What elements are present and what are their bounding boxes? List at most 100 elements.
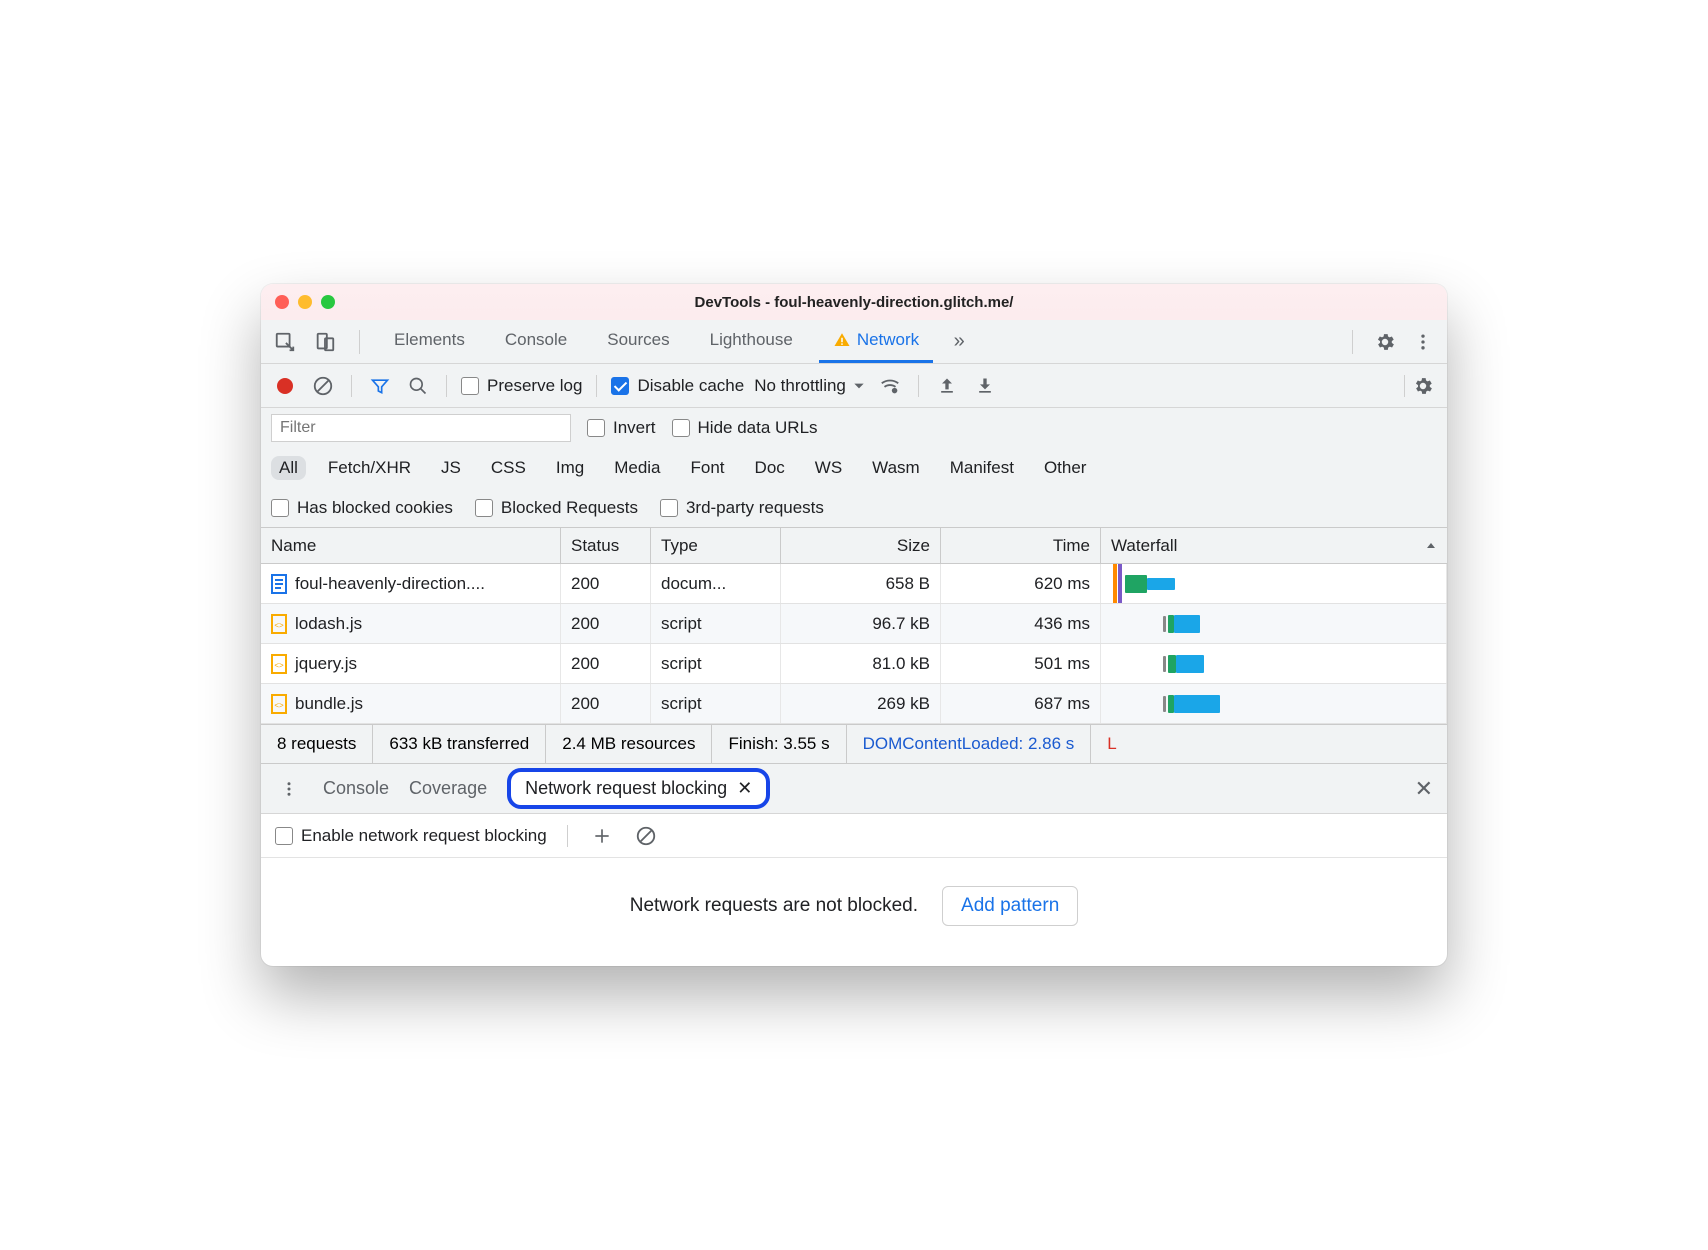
- network-table-header: Name Status Type Size Time Waterfall: [261, 528, 1447, 564]
- chip-other[interactable]: Other: [1036, 456, 1095, 480]
- kebab-menu-icon[interactable]: [1409, 328, 1437, 356]
- summary-resources: 2.4 MB resources: [546, 725, 712, 763]
- summary-dcl: DOMContentLoaded: 2.86 s: [847, 725, 1092, 763]
- waterfall-cell: [1101, 564, 1447, 603]
- filter-row: Invert Hide data URLs: [261, 408, 1447, 448]
- drawer-menu-icon[interactable]: [275, 775, 303, 803]
- main-tabs-row: Elements Console Sources Lighthouse Netw…: [261, 320, 1447, 364]
- upload-har-icon[interactable]: [933, 372, 961, 400]
- chip-fetchxhr[interactable]: Fetch/XHR: [320, 456, 419, 480]
- window-title: DevTools - foul-heavenly-direction.glitc…: [261, 294, 1447, 311]
- network-conditions-icon[interactable]: [876, 372, 904, 400]
- drawer-tab-coverage[interactable]: Coverage: [409, 778, 487, 799]
- summary-finish: Finish: 3.55 s: [712, 725, 846, 763]
- table-row[interactable]: <> jquery.js 200 script 81.0 kB 501 ms: [261, 644, 1447, 684]
- column-name[interactable]: Name: [261, 528, 561, 563]
- request-name: lodash.js: [295, 614, 362, 634]
- remove-all-patterns-icon[interactable]: [632, 822, 660, 850]
- close-tab-icon[interactable]: ✕: [737, 778, 752, 799]
- disable-cache-checkbox[interactable]: Disable cache: [611, 376, 744, 396]
- chip-js[interactable]: JS: [433, 456, 469, 480]
- chip-css[interactable]: CSS: [483, 456, 534, 480]
- network-summary: 8 requests 633 kB transferred 2.4 MB res…: [261, 724, 1447, 764]
- invert-checkbox[interactable]: Invert: [587, 418, 656, 438]
- tab-network[interactable]: Network: [819, 320, 933, 363]
- devtools-window: DevTools - foul-heavenly-direction.glitc…: [261, 284, 1447, 966]
- filter-input[interactable]: [271, 414, 571, 442]
- search-icon[interactable]: [404, 372, 432, 400]
- add-pattern-icon[interactable]: [588, 822, 616, 850]
- inspect-element-icon[interactable]: [271, 328, 299, 356]
- traffic-lights: [275, 295, 335, 309]
- preserve-log-checkbox[interactable]: Preserve log: [461, 376, 582, 396]
- chip-doc[interactable]: Doc: [747, 456, 793, 480]
- record-button[interactable]: [271, 372, 299, 400]
- minimize-window-button[interactable]: [298, 295, 312, 309]
- table-row[interactable]: <> bundle.js 200 script 269 kB 687 ms: [261, 684, 1447, 724]
- waterfall-cell: [1101, 604, 1447, 643]
- chip-media[interactable]: Media: [606, 456, 668, 480]
- chip-ws[interactable]: WS: [807, 456, 850, 480]
- drawer-tabs: Console Coverage Network request blockin…: [261, 764, 1447, 814]
- column-status[interactable]: Status: [561, 528, 651, 563]
- tab-lighthouse[interactable]: Lighthouse: [696, 320, 807, 363]
- drawer-toolbar: Enable network request blocking: [261, 814, 1447, 858]
- drawer-tab-network-request-blocking[interactable]: Network request blocking ✕: [507, 768, 770, 809]
- chip-wasm[interactable]: Wasm: [864, 456, 928, 480]
- extra-filters-row: Has blocked cookies Blocked Requests 3rd…: [261, 488, 1447, 528]
- summary-load: L: [1091, 725, 1132, 763]
- chip-img[interactable]: Img: [548, 456, 592, 480]
- svg-text:<>: <>: [274, 621, 284, 630]
- svg-text:<>: <>: [274, 661, 284, 670]
- titlebar: DevTools - foul-heavenly-direction.glitc…: [261, 284, 1447, 320]
- column-time[interactable]: Time: [941, 528, 1101, 563]
- drawer-body: Network requests are not blocked. Add pa…: [261, 858, 1447, 966]
- column-size[interactable]: Size: [781, 528, 941, 563]
- request-name: jquery.js: [295, 654, 357, 674]
- request-name: bundle.js: [295, 694, 363, 714]
- warning-icon: [833, 331, 851, 349]
- add-pattern-button[interactable]: Add pattern: [942, 886, 1078, 926]
- filter-icon[interactable]: [366, 372, 394, 400]
- chip-all[interactable]: All: [271, 456, 306, 480]
- script-icon: <>: [271, 614, 287, 634]
- close-drawer-icon[interactable]: ✕: [1415, 776, 1433, 802]
- chip-font[interactable]: Font: [683, 456, 733, 480]
- third-party-checkbox[interactable]: 3rd-party requests: [660, 498, 824, 518]
- clear-icon[interactable]: [309, 372, 337, 400]
- more-tabs-icon[interactable]: »: [945, 328, 973, 356]
- document-icon: [271, 574, 287, 594]
- chevron-down-icon: [852, 379, 866, 393]
- hide-data-urls-checkbox[interactable]: Hide data URLs: [672, 418, 818, 438]
- column-type[interactable]: Type: [651, 528, 781, 563]
- network-table-body: foul-heavenly-direction.... 200 docum...…: [261, 564, 1447, 724]
- close-window-button[interactable]: [275, 295, 289, 309]
- blocking-message: Network requests are not blocked.: [630, 895, 918, 917]
- throttling-select[interactable]: No throttling: [754, 376, 866, 396]
- blocked-cookies-checkbox[interactable]: Has blocked cookies: [271, 498, 453, 518]
- request-name: foul-heavenly-direction....: [295, 574, 485, 594]
- waterfall-cell: [1101, 684, 1447, 723]
- table-row[interactable]: <> lodash.js 200 script 96.7 kB 436 ms: [261, 604, 1447, 644]
- chip-manifest[interactable]: Manifest: [942, 456, 1022, 480]
- device-toolbar-icon[interactable]: [311, 328, 339, 356]
- settings-icon[interactable]: [1371, 328, 1399, 356]
- script-icon: <>: [271, 694, 287, 714]
- tab-elements[interactable]: Elements: [380, 320, 479, 363]
- table-row[interactable]: foul-heavenly-direction.... 200 docum...…: [261, 564, 1447, 604]
- type-filter-row: All Fetch/XHR JS CSS Img Media Font Doc …: [261, 448, 1447, 488]
- blocked-requests-checkbox[interactable]: Blocked Requests: [475, 498, 638, 518]
- tab-sources[interactable]: Sources: [593, 320, 683, 363]
- column-waterfall[interactable]: Waterfall: [1101, 528, 1447, 563]
- sort-ascending-icon: [1425, 540, 1437, 552]
- network-settings-icon[interactable]: [1409, 372, 1437, 400]
- enable-blocking-checkbox[interactable]: Enable network request blocking: [275, 826, 547, 846]
- script-icon: <>: [271, 654, 287, 674]
- fullscreen-window-button[interactable]: [321, 295, 335, 309]
- svg-text:<>: <>: [274, 701, 284, 710]
- tab-console[interactable]: Console: [491, 320, 581, 363]
- network-toolbar: Preserve log Disable cache No throttling: [261, 364, 1447, 408]
- summary-requests: 8 requests: [261, 725, 373, 763]
- drawer-tab-console[interactable]: Console: [323, 778, 389, 799]
- download-har-icon[interactable]: [971, 372, 999, 400]
